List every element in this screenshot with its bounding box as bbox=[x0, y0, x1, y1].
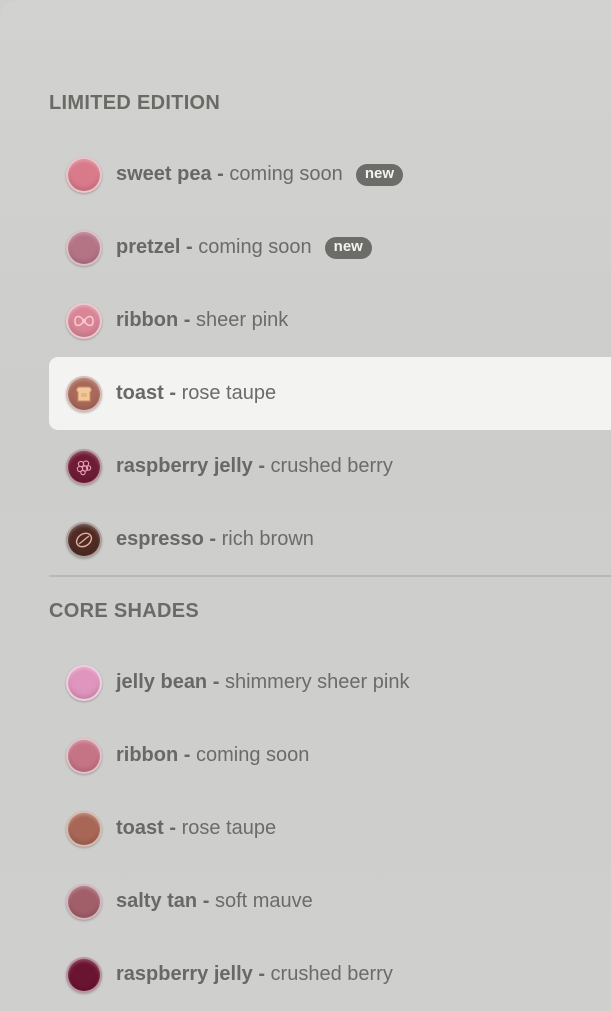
plain-swatch-icon bbox=[66, 810, 102, 847]
plain-swatch-icon bbox=[66, 956, 102, 993]
shade-option-ribbon-core[interactable]: ribbon - coming soon bbox=[49, 719, 611, 792]
limited-edition-heading: LIMITED EDITION bbox=[49, 92, 221, 114]
shade-separator: - bbox=[183, 309, 191, 331]
core-shades-heading: CORE SHADES bbox=[49, 600, 199, 622]
shade-separator: - bbox=[217, 163, 224, 185]
plain-swatch-icon bbox=[66, 229, 102, 266]
shade-option-salty-tan[interactable]: salty tan - soft mauve bbox=[49, 865, 611, 938]
shade-separator: - bbox=[186, 236, 193, 258]
shade-option-jelly-bean[interactable]: jelly bean - shimmery sheer pink bbox=[49, 646, 611, 719]
shade-separator: - bbox=[169, 817, 177, 839]
shade-label: pretzel - coming soon bbox=[116, 236, 312, 259]
toast-swatch-icon bbox=[66, 375, 102, 412]
shade-label: ribbon - sheer pink bbox=[116, 309, 288, 332]
shade-name: raspberry jelly bbox=[116, 455, 253, 477]
shade-description: soft mauve bbox=[214, 890, 313, 912]
shade-label: toast - rose taupe bbox=[116, 817, 276, 840]
shade-option-toast-core[interactable]: toast - rose taupe bbox=[49, 792, 611, 865]
shade-label: toast - rose taupe bbox=[116, 382, 276, 405]
shade-label: jelly bean - shimmery sheer pink bbox=[116, 671, 409, 694]
shade-description: coming soon bbox=[196, 744, 310, 766]
shade-description: rose taupe bbox=[181, 817, 277, 839]
shade-name: jelly bean bbox=[116, 671, 208, 693]
shade-description: coming soon bbox=[229, 163, 343, 185]
bow-swatch-icon bbox=[66, 302, 102, 339]
shade-name: salty tan bbox=[116, 890, 198, 912]
coffee-bean-swatch-icon bbox=[66, 521, 102, 558]
plain-swatch-icon bbox=[66, 737, 102, 774]
shade-description: crushed berry bbox=[270, 963, 393, 985]
shade-description: shimmery sheer pink bbox=[224, 671, 410, 693]
shade-separator: - bbox=[258, 963, 265, 985]
shade-option-raspberry-jelly-core[interactable]: raspberry jelly - crushed berry bbox=[49, 938, 611, 1011]
shade-option-pretzel[interactable]: pretzel - coming soon new bbox=[49, 211, 611, 284]
shade-separator: - bbox=[258, 455, 265, 477]
shade-option-toast-selected[interactable]: toast - rose taupe bbox=[49, 357, 611, 430]
shade-label: salty tan - soft mauve bbox=[116, 890, 313, 913]
shade-name: ribbon bbox=[116, 309, 179, 331]
raspberry-swatch-icon bbox=[66, 448, 102, 485]
shade-option-raspberry-jelly[interactable]: raspberry jelly - crushed berry bbox=[49, 430, 611, 503]
shade-option-espresso[interactable]: espresso - rich brown bbox=[49, 503, 611, 576]
shade-name: pretzel bbox=[116, 236, 181, 258]
shade-name: espresso bbox=[116, 528, 204, 550]
shade-picker-panel: LIMITED EDITION sweet pea - coming soon … bbox=[0, 0, 611, 1000]
shade-description: rose taupe bbox=[181, 382, 277, 404]
shade-description: coming soon bbox=[198, 236, 312, 258]
shade-description: sheer pink bbox=[196, 309, 289, 331]
plain-swatch-icon bbox=[66, 883, 102, 920]
plain-swatch-icon bbox=[66, 664, 102, 701]
shade-description: crushed berry bbox=[270, 455, 393, 477]
new-badge: new bbox=[355, 163, 403, 186]
shade-name: sweet pea bbox=[116, 163, 212, 185]
shade-separator: - bbox=[169, 382, 177, 404]
shade-name: ribbon bbox=[116, 744, 179, 766]
shade-label: raspberry jelly - crushed berry bbox=[116, 455, 393, 478]
shade-option-sweet-pea[interactable]: sweet pea - coming soon new bbox=[49, 138, 611, 211]
shade-name: raspberry jelly bbox=[116, 963, 253, 985]
shade-label: raspberry jelly - crushed berry bbox=[116, 963, 393, 986]
shade-separator: - bbox=[209, 528, 217, 550]
section-divider bbox=[49, 575, 611, 577]
shade-name: toast bbox=[116, 817, 164, 839]
new-badge: new bbox=[324, 236, 372, 259]
shade-name: toast bbox=[116, 382, 164, 404]
shade-label: ribbon - coming soon bbox=[116, 744, 309, 767]
shade-label: espresso - rich brown bbox=[116, 528, 314, 551]
shade-separator: - bbox=[202, 890, 210, 912]
shade-description: rich brown bbox=[221, 528, 314, 550]
shade-separator: - bbox=[183, 744, 191, 766]
shade-option-ribbon[interactable]: ribbon - sheer pink bbox=[49, 284, 611, 357]
shade-label: sweet pea - coming soon bbox=[116, 163, 343, 186]
shade-separator: - bbox=[212, 671, 220, 693]
plain-swatch-icon bbox=[66, 156, 102, 193]
